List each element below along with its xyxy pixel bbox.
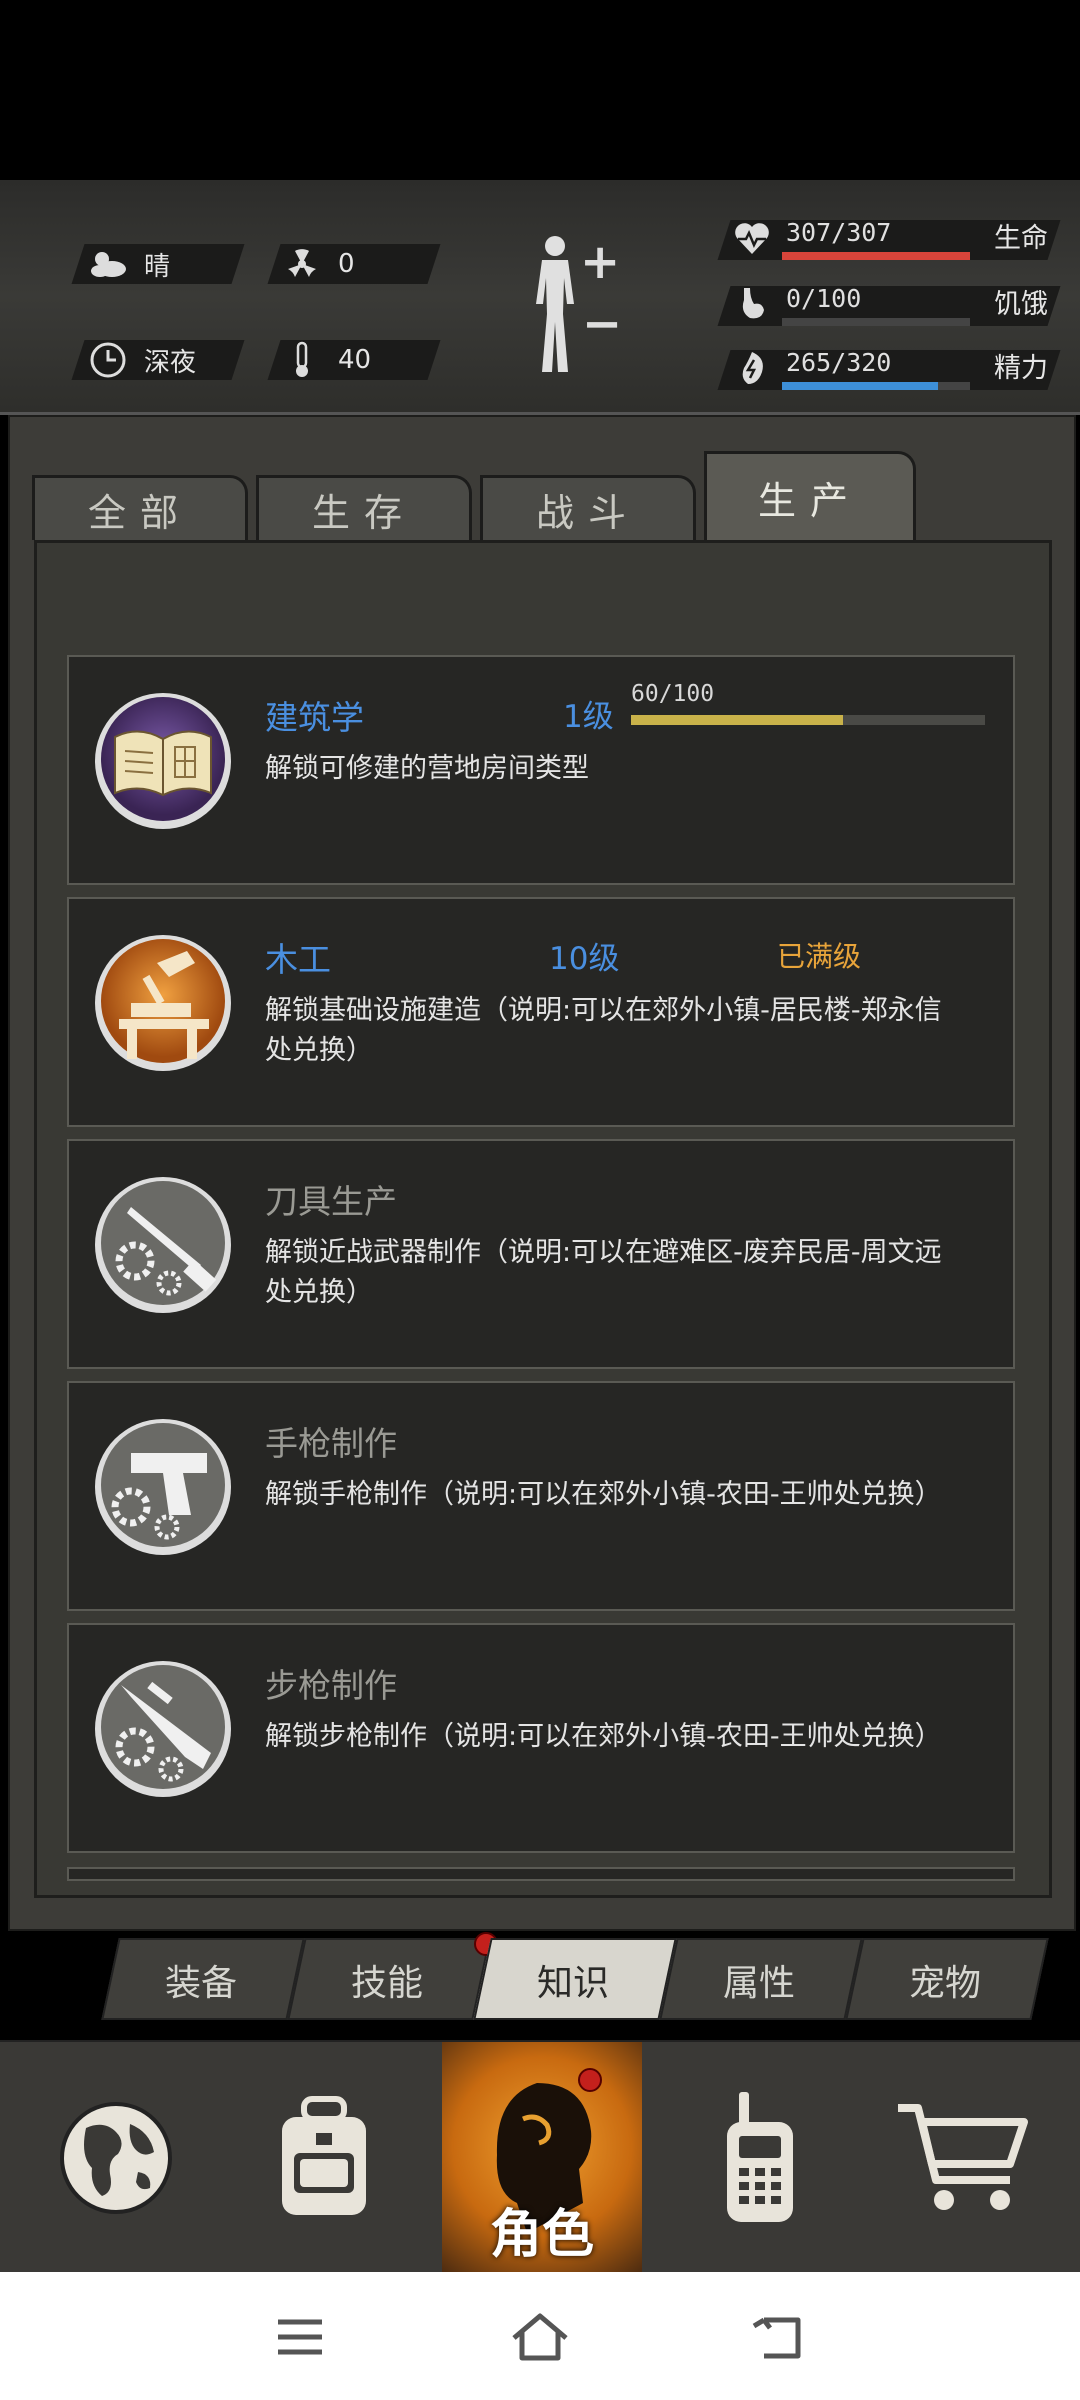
vital-energy-value: 265/320	[786, 348, 892, 377]
skill-description: 解锁步枪制作（说明:可以在郊外小镇-农田-王帅处兑换）	[265, 1721, 942, 1752]
tab-survival-label: 生存	[311, 490, 416, 535]
nav-character-button[interactable]: 角色	[442, 2042, 642, 2274]
skill-card[interactable]: 建筑学 1级 60/100 解锁可修建的营地房间类型	[67, 655, 1015, 885]
tab-combat[interactable]: 战斗	[480, 475, 696, 540]
subtab-label: 宠物	[908, 1963, 981, 2004]
tab-combat-label: 战斗	[535, 490, 640, 535]
status-bar-area	[0, 0, 1080, 180]
time-display: 深夜	[88, 340, 196, 380]
vital-hunger-bar	[782, 318, 970, 326]
radiation-icon	[282, 244, 322, 284]
skill-card[interactable]: 步枪制作解锁步枪制作（说明:可以在郊外小镇-农田-王帅处兑换）	[67, 1623, 1015, 1853]
menu-icon	[278, 2319, 322, 2355]
knife-gear-icon	[91, 1165, 235, 1325]
carpentry-icon	[91, 923, 235, 1083]
body-status-figure[interactable]: + −	[520, 234, 640, 384]
nav-shop-button[interactable]	[862, 2042, 1062, 2274]
stomach-icon	[732, 284, 776, 328]
tab-production[interactable]: 生产	[704, 451, 916, 540]
minus-icon: −	[582, 296, 623, 352]
home-button[interactable]	[510, 2312, 570, 2362]
skill-card-next-edge	[67, 1867, 1015, 1881]
heart-icon	[732, 218, 776, 262]
menu-button[interactable]	[270, 2312, 330, 2362]
skill-level: 1级	[563, 699, 614, 735]
skill-progress-bar	[631, 715, 985, 725]
skill-description: 解锁可修建的营地房间类型	[265, 753, 589, 784]
nav-radio-button[interactable]	[660, 2042, 860, 2274]
skill-name: 步枪制作	[265, 1666, 397, 1705]
skill-name: 木工	[265, 940, 331, 979]
skill-name: 刀具生产	[265, 1182, 397, 1221]
tab-production-label: 生产	[757, 478, 862, 523]
tab-all-label: 全部	[87, 490, 192, 535]
back-button[interactable]	[750, 2312, 810, 2362]
cart-icon	[898, 2104, 1028, 2210]
thermometer-icon	[282, 340, 322, 380]
temperature-value: 40	[338, 345, 372, 375]
skill-card[interactable]: 木工 10级 已满级解锁基础设施建造（说明:可以在郊外小镇-居民楼-郑永信处兑换）	[67, 897, 1015, 1127]
skill-name: 建筑学	[265, 698, 364, 737]
nav-backpack-button[interactable]	[224, 2042, 424, 2274]
skill-description: 解锁基础设施建造（说明:可以在郊外小镇-居民楼-郑永信处兑换）	[265, 995, 942, 1066]
tab-all[interactable]: 全部	[32, 475, 248, 540]
radiation-display: 0	[282, 244, 355, 284]
vital-hunger-value: 0/100	[786, 284, 862, 313]
home-icon	[512, 2313, 568, 2361]
subtab-label: 装备	[164, 1963, 237, 2004]
skill-progress-text: 60/100	[631, 681, 715, 707]
skill-card[interactable]: 手枪制作解锁手枪制作（说明:可以在郊外小镇-农田-王帅处兑换）	[67, 1381, 1015, 1611]
back-icon	[752, 2317, 801, 2359]
subtab-label: 属性	[722, 1963, 795, 2004]
rifle-gear-icon	[91, 1649, 235, 1809]
weather-label: 晴	[144, 251, 171, 282]
pistol-gear-icon	[91, 1407, 235, 1567]
weather-display: 晴	[88, 244, 170, 284]
plus-icon: +	[580, 234, 621, 290]
skill-description: 解锁近战武器制作（说明:可以在避难区-废弃民居-周文远处兑换）	[265, 1237, 942, 1308]
skill-card[interactable]: 刀具生产解锁近战武器制作（说明:可以在避难区-废弃民居-周文远处兑换）	[67, 1139, 1015, 1369]
vital-health-value: 307/307	[786, 218, 892, 247]
bottom-navigation: 角色	[0, 2040, 1080, 2274]
book-icon	[91, 681, 235, 841]
skill-list[interactable]: 建筑学 1级 60/100 解锁可修建的营地房间类型木工 10级 已满级解锁基础设施建造（…	[34, 540, 1052, 1898]
skill-description: 解锁手枪制作（说明:可以在郊外小镇-农田-王帅处兑换）	[265, 1479, 942, 1510]
subtab-label: 知识	[536, 1963, 609, 2004]
top-stats-panel: 晴 0 深夜 40 + − 307/307 生命 0/100 饥饿 265/320 精力	[0, 180, 1080, 415]
skill-level: 10级	[549, 941, 620, 977]
vital-hunger-label: 饥饿	[994, 289, 1048, 320]
clock-icon	[88, 340, 128, 380]
vital-health-label: 生命	[994, 223, 1048, 254]
skill-progress-fill	[631, 715, 844, 725]
vital-energy-label: 精力	[994, 353, 1048, 384]
subtab-label: 技能	[350, 1963, 423, 2004]
vital-health-bar	[782, 252, 970, 260]
vital-energy-bar-fill	[782, 382, 938, 390]
energy-icon	[732, 348, 776, 392]
nav-map-button[interactable]	[16, 2042, 216, 2274]
tab-survival[interactable]: 生存	[256, 475, 472, 540]
walkie-talkie-icon	[727, 2092, 793, 2222]
system-navigation-bar	[0, 2272, 1080, 2400]
vital-energy-bar	[782, 382, 970, 390]
time-label: 深夜	[144, 347, 197, 378]
nav-character-label: 角色	[489, 2205, 594, 2265]
skill-name: 手枪制作	[265, 1424, 397, 1463]
vital-health-bar-fill	[782, 252, 970, 260]
globe-icon	[60, 2102, 172, 2214]
temperature-display: 40	[282, 340, 371, 380]
skill-maxed-label: 已满级	[777, 940, 862, 973]
backpack-icon	[282, 2096, 366, 2215]
cloud-sun-icon	[88, 244, 128, 284]
radiation-value: 0	[338, 249, 355, 279]
character-notification-dot	[578, 2068, 602, 2092]
